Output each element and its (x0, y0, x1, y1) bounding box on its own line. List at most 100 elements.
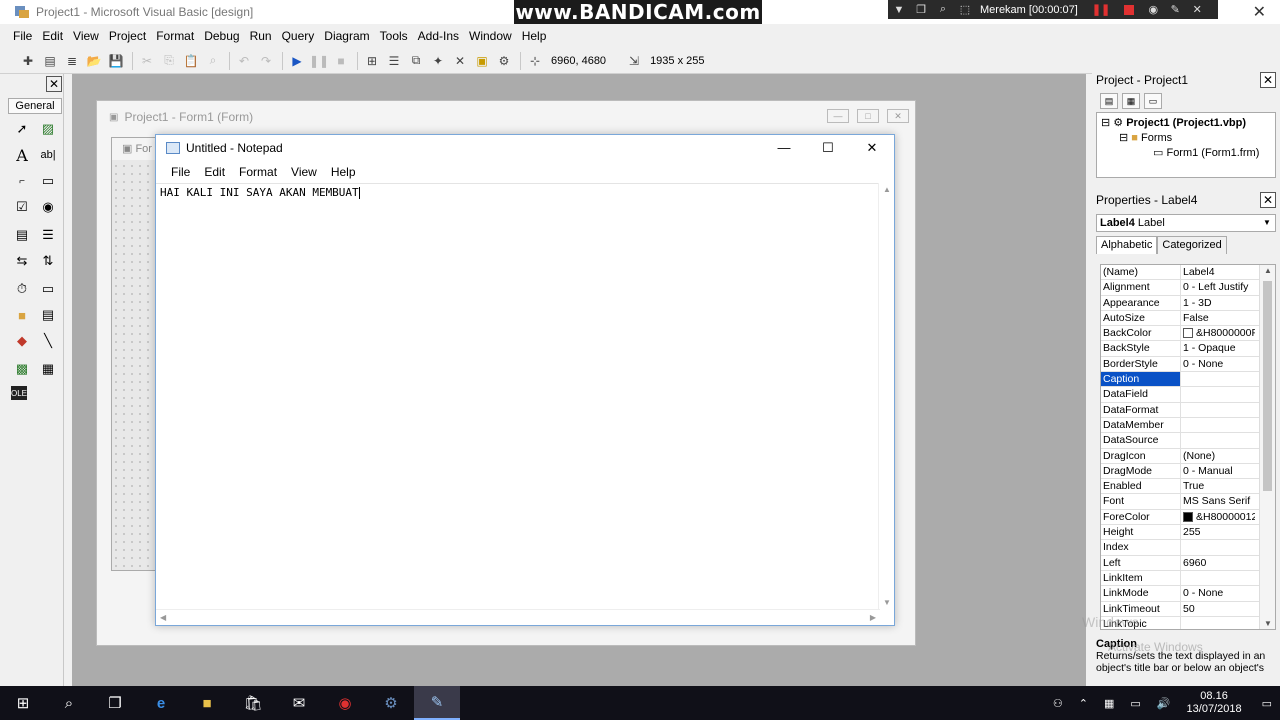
property-value[interactable] (1181, 418, 1255, 432)
property-row[interactable]: DataMember (1101, 417, 1275, 434)
dirlist-tool-icon[interactable]: ■ (11, 304, 33, 326)
tree-forms-node[interactable]: ⊟ ■ Forms (1119, 131, 1172, 144)
property-row[interactable]: ForeColor &H80000012 (1101, 509, 1275, 526)
property-value[interactable] (1181, 540, 1255, 554)
property-row[interactable]: DataSource (1101, 433, 1275, 449)
property-row[interactable]: Appearance 1 - 3D (1101, 295, 1275, 311)
task-view-icon[interactable]: ❐ (92, 686, 138, 720)
property-value[interactable] (1181, 387, 1255, 401)
tree-project-node[interactable]: ⊟ ⚙ Project1 (Project1.vbp) (1101, 116, 1246, 129)
project-explorer-icon[interactable]: ⊞ (362, 51, 382, 71)
menu-query[interactable]: Query (277, 29, 320, 43)
property-value[interactable] (1181, 403, 1255, 417)
property-value[interactable]: 0 - None (1181, 357, 1255, 371)
property-value[interactable]: False (1181, 311, 1255, 325)
scroll-thumb[interactable] (1263, 281, 1272, 491)
scroll-left-icon[interactable]: ◀ (160, 610, 166, 626)
object-selector[interactable]: Label4 Label ▼ (1096, 214, 1276, 232)
volume-icon[interactable]: 🔊 (1157, 697, 1171, 710)
property-row[interactable]: LinkItem (1101, 570, 1275, 587)
toolbox-icon[interactable]: ✕ (450, 51, 470, 71)
save-project-icon[interactable]: 💾 (106, 51, 126, 71)
property-value[interactable]: 50 (1181, 602, 1255, 616)
menu-tools[interactable]: Tools (375, 29, 413, 43)
property-row[interactable]: BackColor &H8000000F (1101, 326, 1275, 342)
property-row[interactable]: DragIcon (None) (1101, 448, 1275, 464)
menu-format[interactable]: Format (151, 29, 199, 43)
region-icon[interactable]: ⬚ (954, 3, 976, 16)
scroll-up-icon[interactable]: ▲ (1260, 266, 1275, 275)
property-value[interactable]: 255 (1181, 525, 1255, 539)
property-row[interactable]: LinkMode 0 - None (1101, 586, 1275, 602)
property-value[interactable]: 1 - 3D (1181, 296, 1255, 310)
start-icon[interactable]: ▶ (287, 51, 307, 71)
tab-categorized[interactable]: Categorized (1157, 236, 1227, 254)
property-value[interactable]: Label4 (1181, 265, 1255, 279)
store-icon[interactable]: 🛍 (230, 686, 276, 720)
property-row[interactable]: BorderStyle 0 - None (1101, 356, 1275, 373)
property-value[interactable] (1181, 617, 1255, 629)
property-value[interactable]: 6960 (1181, 556, 1255, 570)
checkbox-tool-icon[interactable]: ☑ (11, 196, 33, 218)
notifications-icon[interactable]: ▭ (1262, 697, 1272, 710)
property-row[interactable]: Caption (1101, 372, 1275, 388)
line-tool-icon[interactable]: ╲ (37, 330, 59, 352)
bandicam-icon[interactable]: ◉ (322, 686, 368, 720)
mail-icon[interactable]: ✉ (276, 686, 322, 720)
windows-start-icon[interactable]: ⊞ (0, 686, 46, 720)
menu-window[interactable]: Window (464, 29, 517, 43)
people-icon[interactable]: ⚇ (1053, 697, 1063, 710)
minimize-icon[interactable]: — (762, 135, 806, 161)
filelist-tool-icon[interactable]: ▤ (37, 304, 59, 326)
close-toolbox-icon[interactable]: ✕ (46, 76, 62, 92)
chevron-up-icon[interactable]: ⌃ (1079, 697, 1088, 710)
paste-icon[interactable]: 📋 (181, 51, 201, 71)
find-icon[interactable]: ⌕ (203, 51, 223, 71)
property-row[interactable]: (Name) Label4 (1101, 265, 1275, 281)
menu-run[interactable]: Run (245, 29, 277, 43)
property-value[interactable]: &H8000000F (1181, 326, 1255, 340)
property-row[interactable]: Left 6960 (1101, 555, 1275, 571)
pencil-icon[interactable]: ✎ (1164, 3, 1186, 16)
menu-editor-icon[interactable]: ≣ (62, 51, 82, 71)
property-row[interactable]: BackStyle 1 - Opaque (1101, 341, 1275, 357)
close-window-icon[interactable]: ✕ (1253, 2, 1266, 22)
timer-tool-icon[interactable]: ⏱ (11, 278, 33, 300)
picturebox-icon[interactable]: ▨ (37, 118, 59, 140)
form-close-icon[interactable]: ✕ (887, 109, 909, 123)
close-project-panel-icon[interactable]: ✕ (1260, 72, 1276, 88)
cut-icon[interactable]: ✂ (137, 51, 157, 71)
chevron-down-icon[interactable]: ▼ (1260, 216, 1274, 230)
data-view-icon[interactable]: ▣ (472, 51, 492, 71)
file-explorer-icon[interactable]: ■ (184, 686, 230, 720)
notepad-horizontal-scrollbar[interactable]: ◀ ▶ (156, 609, 880, 625)
property-row[interactable]: AutoSize False (1101, 310, 1275, 327)
window-mode-icon[interactable]: ❐ (910, 3, 932, 16)
add-project-icon[interactable]: ✚ (18, 51, 38, 71)
close-icon[interactable]: ✕ (850, 135, 894, 161)
close-properties-panel-icon[interactable]: ✕ (1260, 192, 1276, 208)
menu-help[interactable]: Help (517, 29, 552, 43)
toggle-folders-icon[interactable]: ▭ (1144, 93, 1162, 109)
break-icon[interactable]: ❚❚ (309, 51, 329, 71)
drivelist-tool-icon[interactable]: ▭ (37, 278, 59, 300)
taskbar-clock[interactable]: 08.16 13/07/2018 (1187, 690, 1242, 716)
property-value[interactable] (1181, 372, 1255, 386)
chevron-down-icon[interactable]: ▼ (888, 4, 910, 16)
property-value[interactable] (1181, 433, 1255, 447)
tab-alphabetic[interactable]: Alphabetic (1096, 236, 1158, 254)
frame-tool-icon[interactable]: ⌐ (11, 170, 33, 192)
property-value[interactable]: &H80000012 (1181, 510, 1255, 524)
notepad-vertical-scrollbar[interactable]: ▲ ▼ (878, 183, 894, 609)
property-value[interactable]: 0 - None (1181, 586, 1255, 600)
scroll-right-icon[interactable]: ▶ (870, 610, 876, 626)
notepad-menu-help[interactable]: Help (324, 165, 363, 179)
notepad-menu-edit[interactable]: Edit (197, 165, 232, 179)
property-row[interactable]: Height 255 (1101, 525, 1275, 541)
optionbutton-tool-icon[interactable]: ◉ (37, 196, 59, 218)
close-recorder-icon[interactable]: ✕ (1186, 3, 1208, 16)
tree-form1-node[interactable]: ▭ Form1 (Form1.frm) (1153, 146, 1259, 159)
maximize-icon[interactable]: ☐ (806, 135, 850, 161)
view-object-icon[interactable]: ▦ (1122, 93, 1140, 109)
scroll-up-icon[interactable]: ▲ (879, 185, 895, 194)
